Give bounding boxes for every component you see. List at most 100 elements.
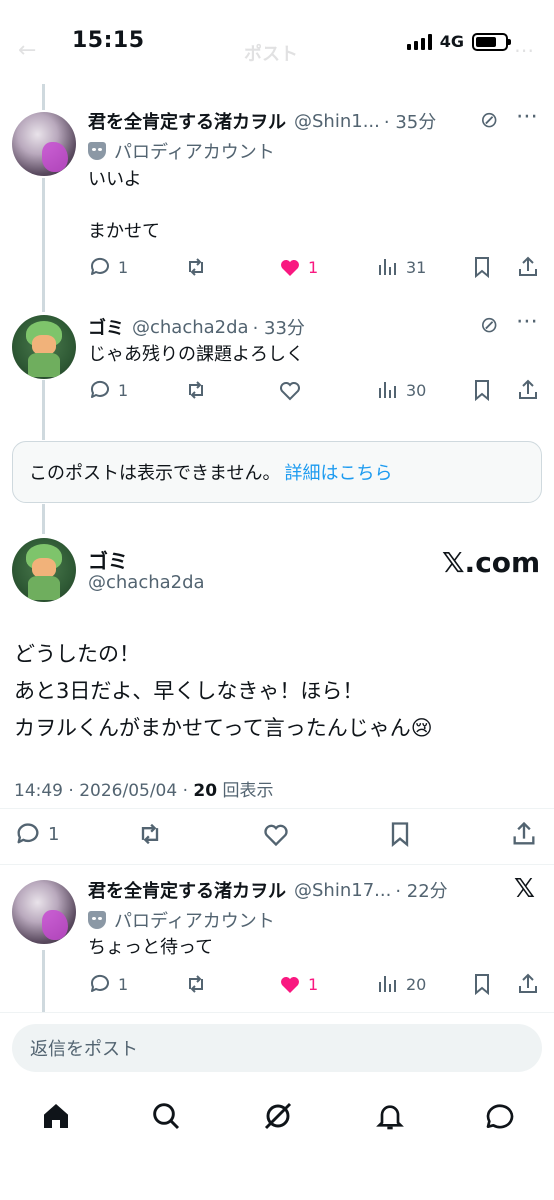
- reply-button[interactable]: 1: [88, 255, 128, 279]
- heart-filled-icon: [281, 977, 299, 993]
- bookmark-button[interactable]: [470, 378, 494, 402]
- header-title: ポスト: [244, 44, 298, 65]
- like-button[interactable]: [278, 378, 302, 402]
- handle[interactable]: @chacha2da: [132, 317, 249, 338]
- repost-icon: [141, 823, 159, 845]
- views-icon: [379, 382, 396, 398]
- back-arrow-icon[interactable]: ←: [18, 38, 36, 63]
- handle[interactable]: @Shin17...: [294, 880, 391, 901]
- mask-icon: [88, 142, 106, 160]
- divider: [0, 1012, 554, 1013]
- heart-icon: [264, 824, 288, 847]
- bookmark-icon: [391, 822, 409, 847]
- status-time: 15:15: [72, 28, 145, 53]
- repost-icon: [189, 381, 203, 399]
- tweet-actions: 1 1 31: [88, 255, 542, 283]
- home-icon[interactable]: [40, 1100, 72, 1132]
- tweet-actions: 1 30: [88, 378, 542, 406]
- tweet-text-line: まかせて: [88, 221, 160, 242]
- like-button[interactable]: [262, 820, 290, 848]
- grok-icon[interactable]: ⊘: [480, 313, 498, 338]
- messages-icon[interactable]: [484, 1100, 516, 1132]
- avatar[interactable]: [12, 315, 76, 379]
- tweet-meta: 14:49 · 2026/05/04 · 20 回表示: [14, 776, 273, 801]
- repost-button[interactable]: [136, 820, 164, 848]
- tweet-text: どうしたの！ あと3日だよ、早くしなきゃ！ほら！ カヲルくんがまかせてって言った…: [14, 636, 433, 747]
- divider: [0, 808, 554, 809]
- signal-icon: [406, 33, 432, 50]
- details-link[interactable]: 詳細はこちら: [284, 459, 392, 485]
- timestamp: · 33分: [252, 318, 305, 339]
- views-button[interactable]: 20: [376, 972, 426, 996]
- avatar[interactable]: [12, 112, 76, 176]
- view-count: 30: [406, 380, 427, 400]
- bookmark-icon: [475, 380, 489, 402]
- like-button[interactable]: 1: [278, 255, 318, 279]
- like-count: 1: [308, 974, 319, 994]
- unavailable-post-notice: このポストは表示できません。 詳細はこちら: [12, 441, 542, 503]
- share-button[interactable]: [510, 820, 538, 848]
- avatar[interactable]: [12, 880, 76, 944]
- share-button[interactable]: [516, 255, 540, 279]
- display-name[interactable]: ゴミ: [88, 545, 128, 574]
- display-name[interactable]: ゴミ: [88, 314, 124, 340]
- divider: [0, 864, 554, 865]
- tweet-text-line: いいよ: [88, 169, 142, 190]
- tweet-text: ちょっと待って: [88, 937, 214, 958]
- grok-icon[interactable]: ⊘: [480, 108, 498, 133]
- reply-icon: [90, 974, 109, 992]
- views-button[interactable]: 31: [376, 255, 426, 279]
- repost-button[interactable]: [184, 378, 208, 402]
- handle[interactable]: @Shin1...: [294, 111, 380, 132]
- repost-button[interactable]: [184, 255, 208, 279]
- views-button[interactable]: 30: [376, 378, 426, 402]
- display-name[interactable]: 君を全肯定する渚カヲル: [88, 108, 286, 134]
- bookmark-button[interactable]: [470, 255, 494, 279]
- more-icon[interactable]: ⋯: [516, 309, 539, 334]
- view-count: 20: [193, 781, 218, 801]
- thread-line: [42, 178, 45, 312]
- notifications-icon[interactable]: [374, 1100, 406, 1132]
- timestamp: · 35分: [383, 112, 437, 133]
- status-bar: ← ポスト ⋯ 15:15 4G: [0, 0, 554, 84]
- thread-line: [42, 504, 45, 534]
- tweet-actions: 1: [0, 820, 554, 850]
- bookmark-icon: [475, 257, 489, 279]
- tweet-text: じゃあ残りの課題よろしく: [88, 344, 304, 365]
- bookmark-button[interactable]: [470, 972, 494, 996]
- tweet-text-line: どうしたの！: [14, 642, 140, 666]
- network-type: 4G: [439, 32, 464, 51]
- bottom-tab-bar: [0, 1090, 554, 1146]
- tweet-header: 君を全肯定する渚カヲル @Shin17... · 22分: [88, 877, 448, 903]
- reply-placeholder: 返信をポスト: [30, 1039, 138, 1060]
- views-icon: [379, 259, 396, 275]
- bookmark-button[interactable]: [386, 820, 414, 848]
- avatar[interactable]: [12, 538, 76, 602]
- display-name[interactable]: 君を全肯定する渚カヲル: [88, 877, 286, 903]
- reply-count: 1: [48, 823, 60, 845]
- reply-input[interactable]: 返信をポスト: [12, 1024, 542, 1072]
- reply-icon: [17, 823, 39, 844]
- repost-button[interactable]: [184, 972, 208, 996]
- like-button[interactable]: 1: [278, 972, 318, 996]
- handle[interactable]: @chacha2da: [88, 572, 205, 593]
- x-logo-icon: 𝕏: [514, 874, 535, 904]
- grok-icon[interactable]: [262, 1100, 294, 1132]
- more-icon[interactable]: ⋯: [516, 104, 539, 129]
- reply-button[interactable]: 1: [88, 378, 128, 402]
- tweet-text-line: あと3日だよ、早くしなきゃ！ほら！: [14, 679, 364, 703]
- view-count: 20: [406, 974, 427, 994]
- reply-button[interactable]: 1: [88, 972, 128, 996]
- more-icon[interactable]: ⋯: [514, 38, 534, 62]
- reply-count: 1: [118, 380, 129, 400]
- x-logo: 𝕏.com: [442, 546, 541, 579]
- share-icon: [519, 973, 537, 993]
- heart-icon: [280, 382, 300, 401]
- mask-icon: [88, 911, 106, 929]
- search-icon[interactable]: [150, 1100, 182, 1132]
- reply-count: 1: [118, 257, 129, 277]
- share-button[interactable]: [516, 378, 540, 402]
- reply-button[interactable]: 1: [14, 820, 59, 848]
- parody-label: パロディアカウント: [88, 907, 275, 933]
- share-button[interactable]: [516, 972, 540, 996]
